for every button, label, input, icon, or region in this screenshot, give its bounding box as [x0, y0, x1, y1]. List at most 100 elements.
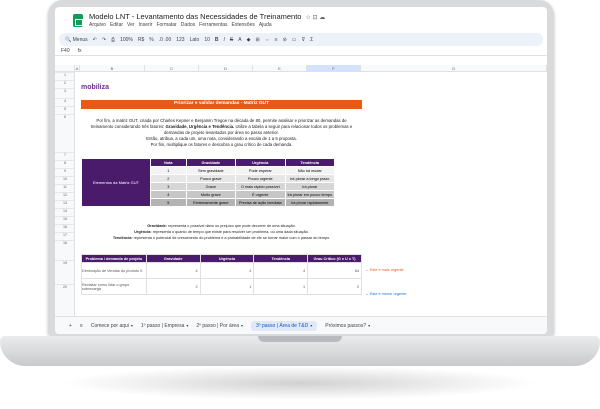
- row-header[interactable]: 17: [55, 232, 75, 240]
- tab-passo-1-empresa[interactable]: 1º passo | Empresa ▾: [141, 323, 188, 329]
- row-header[interactable]: 1: [55, 72, 75, 80]
- row-header[interactable]: 4: [55, 98, 75, 106]
- menu-ferramentas[interactable]: Ferramentas: [199, 22, 227, 28]
- filter-icon[interactable]: ⊽: [302, 37, 306, 43]
- row-header[interactable]: 11: [55, 184, 75, 192]
- menu-extensoes[interactable]: Extensões: [232, 22, 255, 28]
- all-sheets-button[interactable]: ≡: [80, 323, 83, 329]
- align-icon[interactable]: ≡: [275, 37, 278, 43]
- row-header[interactable]: 3: [55, 88, 75, 98]
- problem-cell[interactable]: Revisitar como lidar o grupo sobrecarga: [81, 278, 147, 295]
- row-header[interactable]: 18: [55, 240, 75, 248]
- main-header-tendencia: Tendência: [253, 254, 309, 263]
- menu-inserir[interactable]: Inserir: [139, 22, 153, 28]
- number-format-button[interactable]: 123: [176, 37, 184, 43]
- problem-cell[interactable]: Diminuição de Vendas do produto X: [81, 262, 147, 279]
- name-box[interactable]: F40: [61, 48, 70, 54]
- tab-proximos-passos[interactable]: Próximos passos? ▾: [325, 323, 370, 329]
- gut-header-nota: Nota: [150, 158, 187, 167]
- strikethrough-icon[interactable]: S: [230, 37, 233, 43]
- menu-dados[interactable]: Dados: [181, 22, 195, 28]
- sheet-tabs-bar: + ≡ Comece por aqui ▾ 1º passo | Empresa ▾…: [55, 316, 547, 334]
- main-header-score: Grau Crítico (G x U x T): [307, 254, 362, 263]
- column-header-d[interactable]: D: [199, 65, 253, 71]
- row-header[interactable]: 12: [55, 192, 75, 200]
- table-row[interactable]: Revisitar como lidar o grupo sobrecarga …: [81, 278, 362, 295]
- tab-passo-2-por-area[interactable]: 2º passo | Por área ▾: [196, 323, 243, 329]
- column-header-e[interactable]: E: [253, 65, 307, 71]
- gravidade-cell[interactable]: 4: [145, 262, 201, 279]
- menu-ver[interactable]: Ver: [127, 22, 135, 28]
- gut-cell: Extremamente grave: [185, 198, 237, 207]
- comment-icon[interactable]: ▭: [292, 37, 297, 43]
- decimals-buttons[interactable]: .0 .00: [159, 37, 172, 43]
- corner-cell[interactable]: [55, 65, 75, 71]
- document-title[interactable]: Modelo LNT - Levantamento das Necessidad…: [89, 12, 325, 21]
- sheets-logo-icon[interactable]: [73, 13, 83, 27]
- zoom-select[interactable]: 100%: [120, 37, 133, 43]
- row-header[interactable]: 15: [55, 216, 75, 224]
- main-header-urgencia: Urgência: [199, 254, 255, 263]
- column-header-c[interactable]: C: [145, 65, 199, 71]
- tab-comece-por-aqui[interactable]: Comece por aqui ▾: [91, 323, 133, 329]
- gut-cell: É urgente: [235, 190, 286, 199]
- borders-icon[interactable]: ⊞: [255, 37, 259, 43]
- redo-icon[interactable]: ↷: [102, 37, 106, 43]
- row-header[interactable]: 9: [55, 168, 75, 176]
- fill-color-icon[interactable]: ◆: [247, 37, 251, 43]
- table-row[interactable]: Diminuição de Vendas do produto X 4 4 4 …: [81, 262, 362, 279]
- row-header[interactable]: 7: [55, 152, 75, 160]
- demands-table: Problema / demanda de projeto Gravidade …: [81, 254, 362, 295]
- italic-icon[interactable]: I: [224, 37, 225, 43]
- menu-arquivo[interactable]: Arquivo: [89, 22, 106, 28]
- add-sheet-button[interactable]: +: [69, 323, 72, 329]
- definitions: Gravidade: representa o possível dano ou…: [81, 223, 362, 241]
- menu-editar[interactable]: Editar: [110, 22, 123, 28]
- row-header[interactable]: 14: [55, 208, 75, 216]
- row-header[interactable]: 20: [55, 284, 75, 308]
- gut-side-label: Elementos da Matriz GUT: [80, 158, 152, 207]
- column-header-f[interactable]: F: [307, 65, 361, 71]
- row-header[interactable]: 19: [55, 260, 75, 284]
- gut-cell: Pode esperar: [235, 166, 286, 175]
- score-cell[interactable]: 64: [307, 262, 362, 279]
- tendencia-cell[interactable]: 4: [253, 262, 309, 279]
- text-color-icon[interactable]: A: [238, 37, 241, 43]
- urgencia-cell[interactable]: 1: [199, 278, 255, 295]
- gut-cell: Irá piorar: [284, 182, 335, 191]
- row-header[interactable]: 8: [55, 160, 75, 168]
- gravidade-cell[interactable]: 2: [145, 278, 201, 295]
- sheet-grid[interactable]: mobiliza Priorizar e validar demandas - …: [75, 72, 547, 316]
- score-cell[interactable]: 2: [307, 278, 362, 295]
- menu-formatar[interactable]: Formatar: [156, 22, 176, 28]
- functions-icon[interactable]: Σ: [310, 37, 313, 43]
- tendencia-cell[interactable]: 1: [253, 278, 309, 295]
- main-header-problem: Problema / demanda de projeto: [81, 254, 147, 263]
- menu-ajuda[interactable]: Ajuda: [259, 22, 272, 28]
- row-header[interactable]: 6: [55, 114, 75, 152]
- currency-button[interactable]: R$: [138, 37, 144, 43]
- row-header[interactable]: 13: [55, 200, 75, 208]
- column-header-b[interactable]: B: [80, 65, 145, 71]
- row-header[interactable]: 5: [55, 106, 75, 114]
- gut-cell: 3: [150, 182, 187, 191]
- undo-icon[interactable]: ↶: [93, 37, 97, 43]
- row-header[interactable]: 10: [55, 176, 75, 184]
- row-header[interactable]: 2: [55, 80, 75, 88]
- merge-icon[interactable]: ⇔: [265, 37, 270, 43]
- row-header[interactable]: 16: [55, 224, 75, 232]
- title-action-icons[interactable]: ☆ ⊡ ☁: [305, 15, 325, 21]
- gut-cell: Irá piorar rapidamente: [284, 198, 335, 207]
- fx-label: fx: [77, 47, 82, 54]
- tab-passo-3-area-td[interactable]: 3º passo | Área de T&D ▾: [251, 320, 318, 331]
- font-select[interactable]: Lato: [190, 37, 200, 43]
- print-icon[interactable]: ⎙: [111, 37, 115, 43]
- percent-button[interactable]: %: [149, 37, 153, 43]
- search-menus[interactable]: 🔍 Menus: [65, 37, 88, 43]
- column-header-g[interactable]: G: [361, 65, 547, 71]
- font-size-input[interactable]: 10: [204, 37, 210, 43]
- bold-icon[interactable]: B: [215, 37, 219, 43]
- urgency-note-high: ← Este é mais urgente: [365, 268, 404, 272]
- urgencia-cell[interactable]: 4: [199, 262, 255, 279]
- link-icon[interactable]: ⊘: [283, 37, 287, 43]
